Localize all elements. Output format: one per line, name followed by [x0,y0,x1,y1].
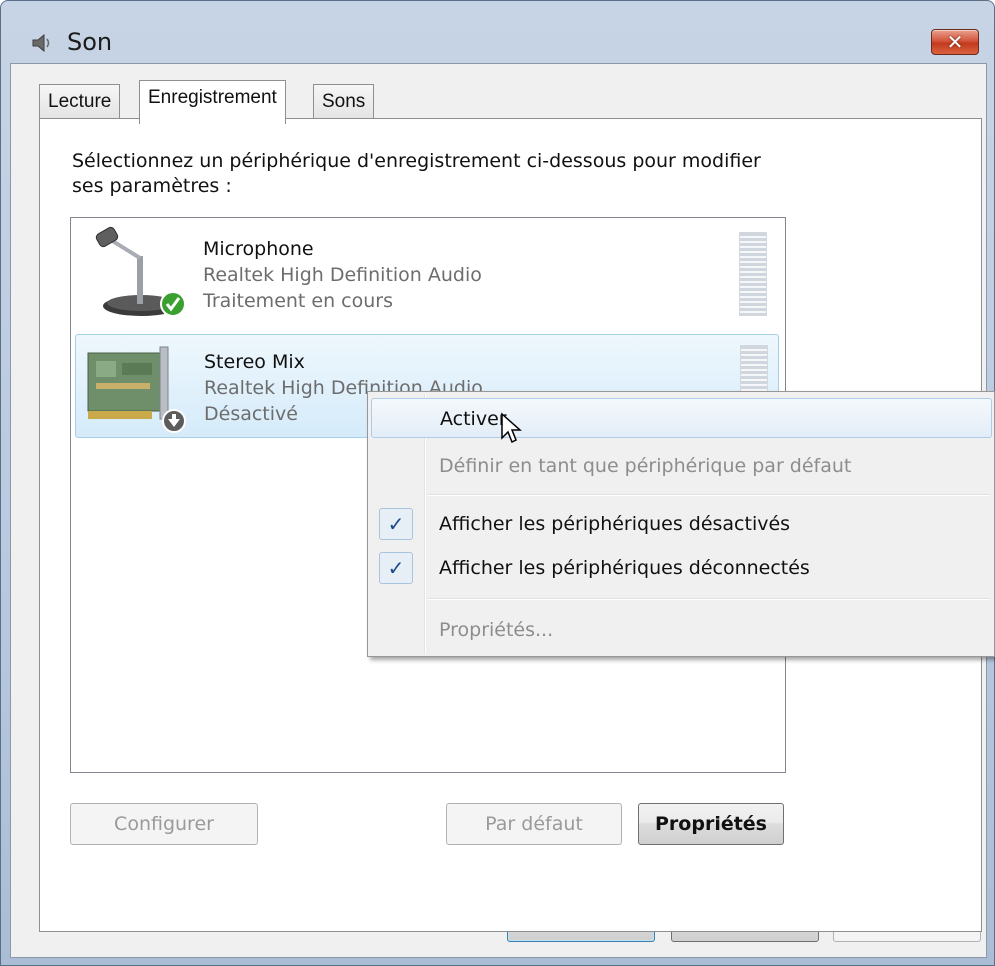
device-name: Microphone [203,238,314,260]
menu-item-properties[interactable]: Propriétés... [371,610,992,650]
close-icon: ✕ [946,30,964,54]
checkmark-icon: ✓ [379,552,413,584]
tab-label: Lecture [48,91,112,112]
tab-label: Sons [322,91,366,112]
properties-button[interactable]: Propriétés [638,803,784,845]
device-description: Realtek High Definition Audio [203,264,482,286]
menu-item-label: Afficher les périphériques déconnectés [439,557,810,579]
title-bar[interactable]: Son ✕ [1,1,994,63]
context-menu: Activer Définir en tant que périphérique… [367,391,995,657]
list-item-microphone[interactable]: Microphone Realtek High Definition Audio… [75,222,779,326]
sound-card-icon [87,346,186,433]
menu-item-activer[interactable]: Activer [371,398,992,438]
menu-item-label: Définir en tant que périphérique par déf… [439,455,852,477]
device-status: Désactivé [204,403,298,425]
menu-item-show-disabled[interactable]: ✓ Afficher les périphériques désactivés [371,504,992,544]
configure-button[interactable]: Configurer [70,803,258,845]
device-status: Traitement en cours [203,290,394,312]
level-meter [739,232,767,316]
tab-sons[interactable]: Sons [313,84,375,120]
menu-item-label: Afficher les périphériques désactivés [439,513,791,535]
microphone-icon [95,226,186,317]
checkmark-icon: ✓ [379,508,413,540]
menu-item-label: Activer [440,408,507,430]
mouse-cursor-icon [501,412,522,444]
speaker-icon [32,33,50,53]
tab-lecture[interactable]: Lecture [39,84,121,120]
menu-item-label: Propriétés... [439,619,554,641]
set-default-button[interactable]: Par défaut [446,803,622,845]
window-title: Son [67,28,113,56]
instructions-text: Sélectionnez un périphérique d'enregistr… [72,150,761,197]
menu-separator [428,494,990,496]
tab-label: Enregistrement [148,87,277,108]
menu-item-set-default[interactable]: Définir en tant que périphérique par déf… [371,446,992,486]
menu-item-show-disconnected[interactable]: ✓ Afficher les périphériques déconnectés [371,548,992,588]
menu-separator [428,598,990,600]
close-button[interactable]: ✕ [931,29,979,55]
device-name: Stereo Mix [204,351,305,373]
tab-enregistrement[interactable]: Enregistrement [139,80,286,124]
